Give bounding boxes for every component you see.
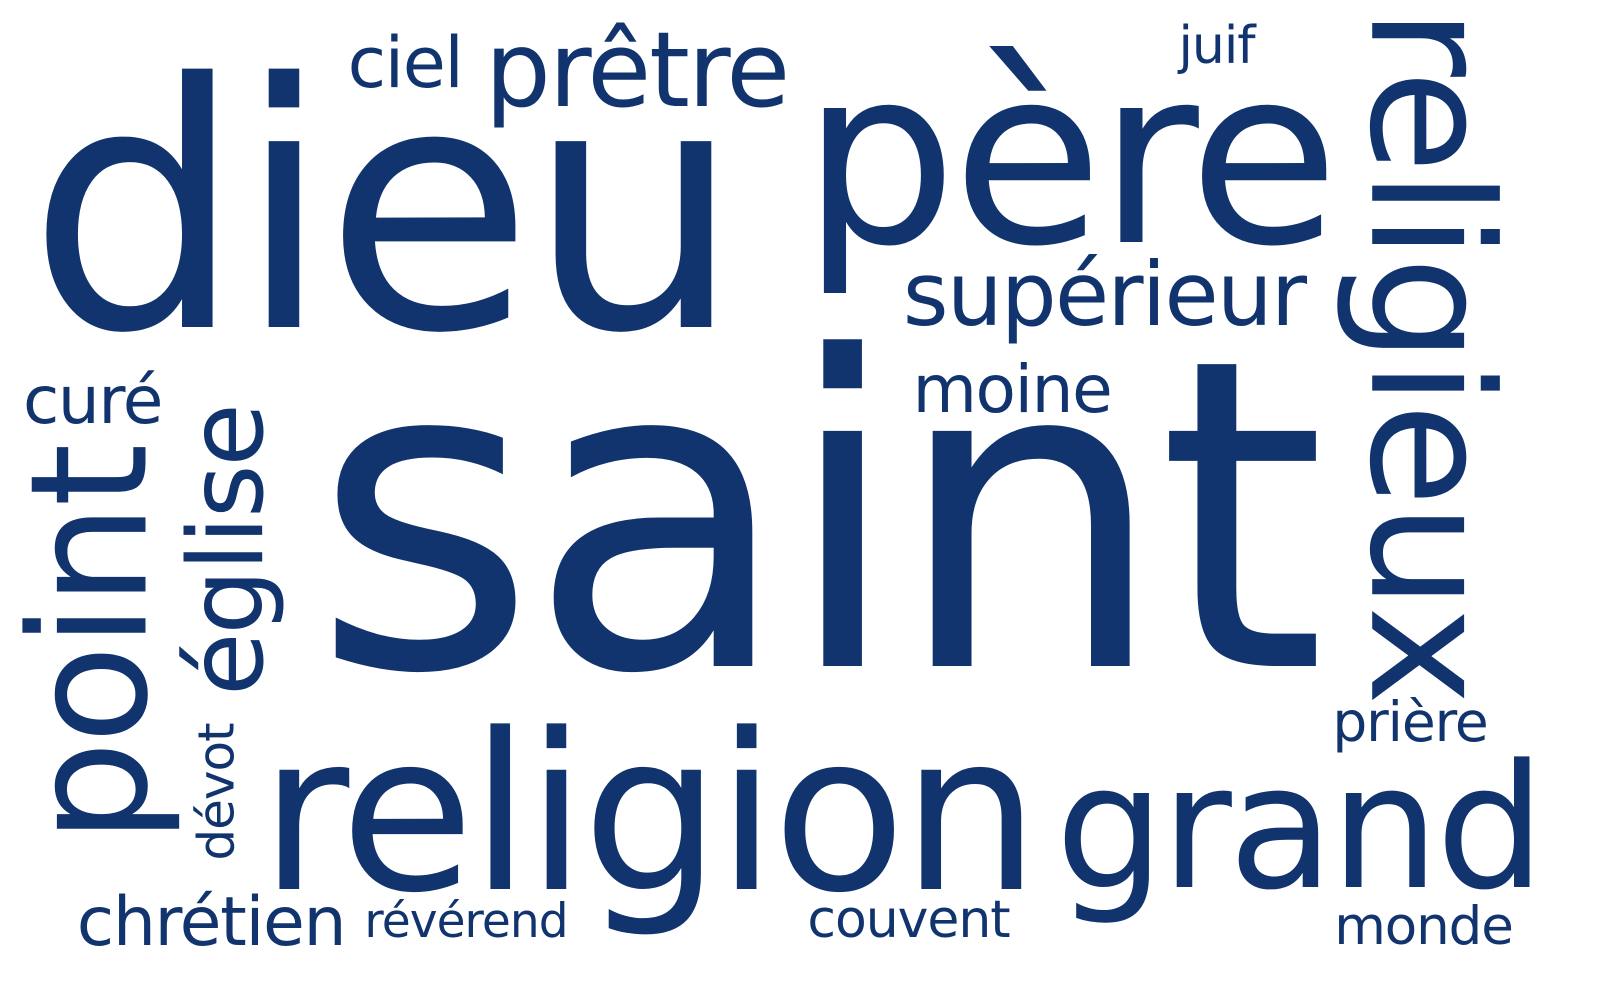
word-cure: curé bbox=[22, 362, 163, 439]
word-pretre-text: prêtre bbox=[484, 9, 790, 131]
word-cloud: saint dieu religion grand père prêtre ci… bbox=[0, 0, 1600, 1000]
word-reverend: révérend bbox=[364, 895, 568, 947]
word-reverend-text: révérend bbox=[364, 893, 568, 949]
word-point-text: point bbox=[0, 446, 185, 844]
word-devot-text: dévot bbox=[188, 723, 247, 861]
word-superieur: supérieur bbox=[903, 251, 1307, 339]
word-monde: monde bbox=[1334, 900, 1514, 953]
word-grand-text: grand bbox=[1055, 726, 1545, 928]
word-chretien: chrétien bbox=[77, 888, 347, 956]
word-priere: prière bbox=[1332, 690, 1488, 754]
word-ciel: ciel bbox=[347, 21, 464, 104]
word-chretien-text: chrétien bbox=[76, 882, 347, 962]
word-devot: dévot bbox=[188, 723, 246, 860]
word-pretre: prêtre bbox=[484, 9, 790, 131]
word-moine-text: moine bbox=[912, 351, 1113, 428]
word-religieux: religieux bbox=[1332, 8, 1528, 702]
word-eglise-text: église bbox=[166, 404, 287, 696]
word-couvent-text: couvent bbox=[807, 890, 1010, 950]
word-juif: juif bbox=[1178, 15, 1256, 76]
word-point: point bbox=[0, 447, 184, 844]
word-religieux-text: religieux bbox=[1332, 7, 1528, 703]
word-couvent: couvent bbox=[807, 894, 1010, 946]
word-grand: grand bbox=[1055, 735, 1545, 920]
word-monde-text: monde bbox=[1334, 895, 1514, 957]
word-ciel-text: ciel bbox=[347, 21, 464, 104]
word-moine: moine bbox=[913, 357, 1113, 423]
word-cure-text: curé bbox=[22, 362, 163, 439]
word-priere-text: prière bbox=[1332, 690, 1488, 754]
word-superieur-text: supérieur bbox=[902, 243, 1307, 346]
word-eglise: église bbox=[167, 405, 287, 696]
word-juif-text: juif bbox=[1178, 15, 1256, 76]
